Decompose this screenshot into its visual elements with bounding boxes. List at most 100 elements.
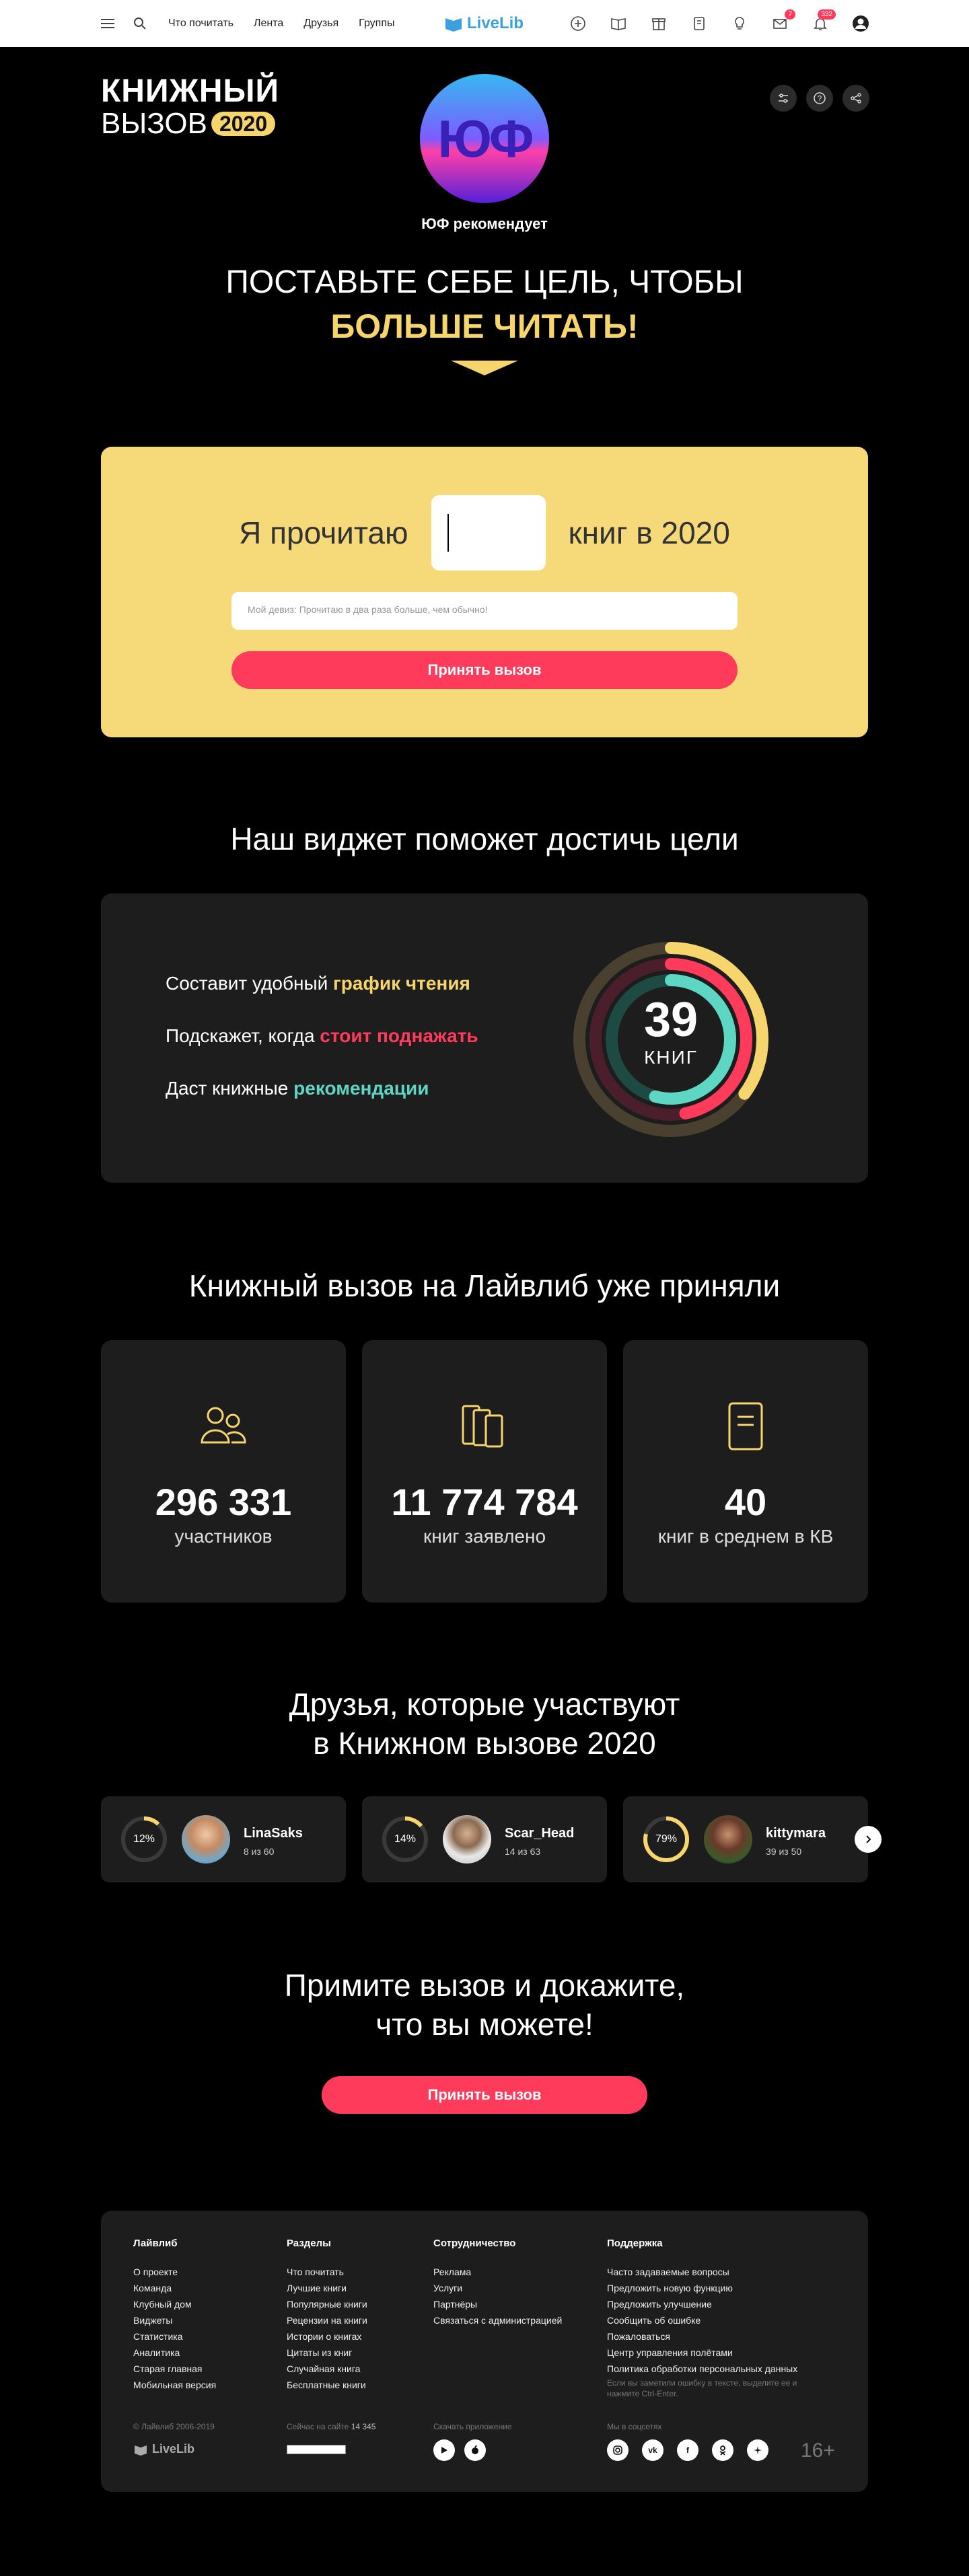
goal-prefix: Я прочитаю: [239, 515, 408, 550]
footer-col-sections: Разделы Что почитать Лучшие книги Популя…: [287, 2238, 367, 2393]
cta-line1: Примите вызов и докажите,: [284, 1968, 685, 2003]
avatar-text: ЮФ: [437, 108, 534, 168]
footer-link[interactable]: Центр управления полётами: [607, 2345, 797, 2361]
user-avatar-icon[interactable]: [852, 15, 869, 32]
bell-icon[interactable]: 332: [812, 9, 836, 32]
gift-icon[interactable]: [650, 15, 668, 32]
footer-link[interactable]: Истории о книгах: [287, 2328, 367, 2345]
footer-link[interactable]: Часто задаваемые вопросы: [607, 2264, 797, 2280]
facebook-icon[interactable]: f: [677, 2439, 698, 2461]
friend-percent: 14%: [394, 1833, 417, 1845]
books-stack-icon: [462, 1405, 503, 1448]
vk-icon[interactable]: vk: [642, 2439, 663, 2461]
google-play-icon[interactable]: [433, 2439, 455, 2461]
mail-icon[interactable]: 7: [771, 9, 795, 32]
footer-link[interactable]: Что почитать: [287, 2264, 367, 2280]
share-icon[interactable]: [842, 85, 869, 112]
goal-count-input[interactable]: [431, 495, 546, 571]
recommender-avatar[interactable]: ЮФ: [420, 74, 549, 203]
apple-icon[interactable]: [464, 2439, 486, 2461]
footer-link[interactable]: Популярные книги: [287, 2296, 367, 2312]
footer-link[interactable]: Политика обработки персональных данных: [607, 2361, 797, 2377]
zen-icon[interactable]: [747, 2439, 768, 2461]
friend-percent: 12%: [133, 1833, 155, 1845]
footer-logo[interactable]: LiveLib: [133, 2442, 194, 2456]
footer-link[interactable]: Лучшие книги: [287, 2280, 367, 2296]
social-label: Мы в соцсетях: [607, 2422, 662, 2431]
footer-link[interactable]: Связаться с администрацией: [433, 2312, 562, 2328]
nav-link-groups[interactable]: Группы: [359, 17, 394, 30]
widget-feature-recs: Даст книжные рекомендации: [166, 1078, 429, 1099]
menu-icon[interactable]: [100, 15, 116, 32]
add-icon[interactable]: [569, 15, 587, 32]
stats-title: Книжный вызов на Лайвлиб уже приняли: [188, 1268, 781, 1303]
instagram-icon[interactable]: [607, 2439, 629, 2461]
accept-challenge-button[interactable]: Принять вызов: [231, 651, 738, 689]
footer-link[interactable]: Старая главная: [133, 2361, 216, 2377]
settings-sliders-icon[interactable]: [770, 85, 797, 112]
notifications-badge: 332: [818, 9, 836, 20]
stat-average-books: 40 книг в среднем в КВ: [623, 1340, 868, 1603]
livelib-logo[interactable]: LiveLib: [444, 13, 524, 34]
open-book-icon[interactable]: [610, 15, 627, 32]
search-icon[interactable]: [132, 15, 148, 32]
friend-name[interactable]: kittymara: [766, 1826, 826, 1841]
friend-card[interactable]: 79% kittymara 39 из 50: [623, 1796, 868, 1882]
footer-link[interactable]: Виджеты: [133, 2312, 216, 2328]
brand-year: 2020: [211, 112, 276, 136]
book-logo-icon: [445, 18, 462, 32]
footer-link[interactable]: Сообщить об ошибке: [607, 2312, 797, 2328]
footer-link[interactable]: Предложить новую функцию: [607, 2280, 797, 2296]
brand-line2: ВЫЗОВ: [101, 107, 207, 140]
accept-challenge-button-bottom[interactable]: Принять вызов: [322, 2076, 647, 2114]
footer-link[interactable]: Команда: [133, 2280, 216, 2296]
footer-link[interactable]: О проекте: [133, 2264, 216, 2280]
footer-link[interactable]: Статистика: [133, 2328, 216, 2345]
widget-title: Наш виджет поможет достичь цели: [230, 821, 739, 856]
logo-text: LiveLib: [467, 14, 524, 32]
widget-card: Составит удобный график чтения Подскажет…: [101, 893, 868, 1183]
book-icon[interactable]: [690, 15, 708, 32]
online-label: Сейчас на сайте: [287, 2422, 351, 2431]
footer-link[interactable]: Клубный дом: [133, 2296, 216, 2312]
friend-progress-text: 14 из 63: [505, 1846, 541, 1857]
odnoklassniki-icon[interactable]: [712, 2439, 733, 2461]
friend-card[interactable]: 14% Scar_Head 14 из 63: [362, 1796, 607, 1882]
friend-avatar[interactable]: [182, 1815, 230, 1864]
app-links: [433, 2439, 486, 2461]
footer: Лайвлиб О проекте Команда Клубный дом Ви…: [101, 2211, 868, 2492]
nav-link-feed[interactable]: Лента: [254, 17, 283, 30]
footer-link[interactable]: Аналитика: [133, 2345, 216, 2361]
footer-link[interactable]: Предложить улучшение: [607, 2296, 797, 2312]
friend-card[interactable]: 12% LinaSaks 8 из 60: [101, 1796, 346, 1882]
footer-link[interactable]: Партнёры: [433, 2296, 562, 2312]
footer-link[interactable]: Реклама: [433, 2264, 562, 2280]
footer-link[interactable]: Рецензии на книги: [287, 2312, 367, 2328]
friend-name[interactable]: LinaSaks: [244, 1826, 303, 1841]
friend-avatar[interactable]: [704, 1815, 752, 1864]
visitor-counter[interactable]: [287, 2445, 346, 2454]
stat-label: книг заявлено: [423, 1526, 546, 1547]
next-arrow-button[interactable]: [855, 1826, 882, 1853]
users-icon: [201, 1407, 246, 1444]
friend-name[interactable]: Scar_Head: [505, 1826, 574, 1841]
footer-link[interactable]: Бесплатные книги: [287, 2377, 367, 2393]
friend-avatar[interactable]: [443, 1815, 491, 1864]
cta-line2: что вы можете!: [375, 2007, 594, 2042]
nav-link-what-to-read[interactable]: Что почитать: [168, 17, 234, 30]
motto-input[interactable]: Мой девиз: Прочитаю в два раза больше, ч…: [231, 592, 738, 630]
footer-link[interactable]: Пожаловаться: [607, 2328, 797, 2345]
online-now: Сейчас на сайте 14 345: [287, 2422, 375, 2431]
footer-link[interactable]: Случайная книга: [287, 2361, 367, 2377]
error-note: Если вы заметили ошибку в тексте, выдели…: [607, 2378, 797, 2398]
widget-feature-schedule: Составит удобный график чтения: [166, 973, 470, 994]
social-links: vk f: [607, 2439, 768, 2461]
footer-link[interactable]: Цитаты из книг: [287, 2345, 367, 2361]
footer-link[interactable]: Услуги: [433, 2280, 562, 2296]
help-icon[interactable]: ?: [806, 85, 833, 112]
lightbulb-icon[interactable]: [731, 15, 748, 32]
footer-link[interactable]: Мобильная версия: [133, 2377, 216, 2393]
feature-text: Подскажет, когда: [166, 1025, 320, 1046]
nav-link-friends[interactable]: Друзья: [303, 17, 338, 30]
footer-col-support: Поддержка Часто задаваемые вопросы Предл…: [607, 2238, 797, 2377]
